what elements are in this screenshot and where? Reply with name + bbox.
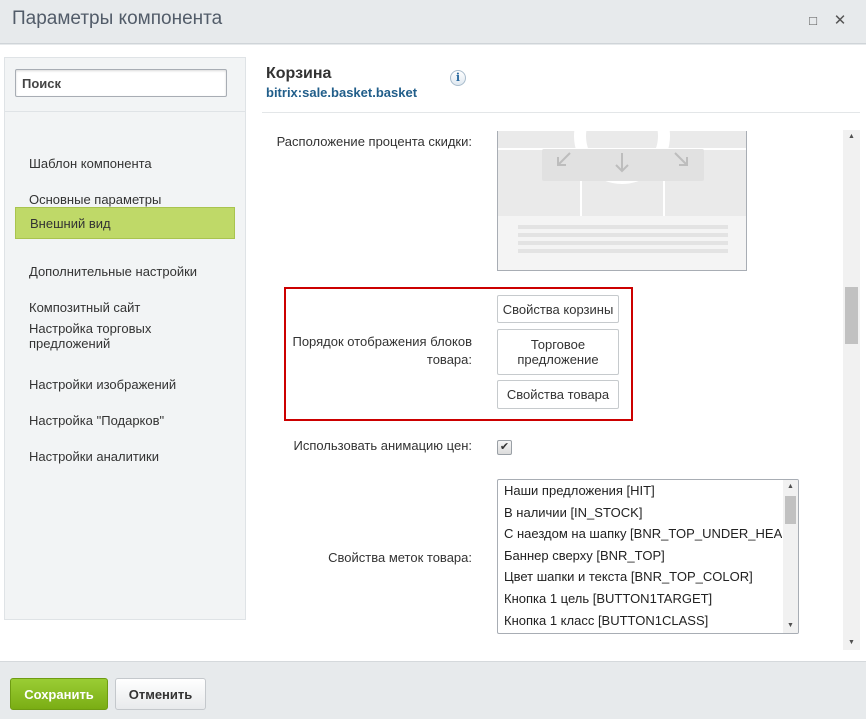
sidebar-item-images[interactable]: Настройки изображений [15, 369, 235, 399]
sidebar-item-offers[interactable]: Настройка торговых предложений [15, 318, 175, 354]
list-item[interactable]: Цвет шапки и текста [BNR_TOP_COLOR] [498, 566, 782, 588]
main-scrollbar[interactable]: ▲ ▼ [843, 130, 860, 650]
save-button[interactable]: Сохранить [10, 678, 108, 710]
scroll-up-icon[interactable]: ▲ [843, 130, 860, 144]
header-divider [262, 112, 860, 113]
component-title: Корзина [266, 65, 332, 82]
sidebar-item-gifts[interactable]: Настройка "Подарков" [15, 405, 235, 435]
sidebar-divider [5, 111, 245, 112]
sidebar-item-appearance[interactable]: Внешний вид [15, 207, 235, 239]
labels-multiselect[interactable]: Наши предложения [HIT] В наличии [IN_STO… [497, 479, 799, 634]
animation-label: Использовать анимацию цен: [293, 438, 472, 453]
search-input[interactable] [15, 69, 227, 97]
window-title: Параметры компонента [12, 8, 223, 29]
sidebar: Шаблон компонента Основные параметры Вне… [4, 57, 246, 620]
list-item[interactable]: С наездом на шапку [BNR_TOP_UNDER_HEADER… [498, 523, 782, 545]
labels-label: Свойства меток товара: [328, 550, 472, 565]
dialog-content: Шаблон компонента Основные параметры Вне… [0, 45, 866, 661]
list-item[interactable]: Баннер сверху [BNR_TOP] [498, 545, 782, 567]
scroll-up-icon[interactable]: ▲ [783, 480, 798, 494]
cancel-button[interactable]: Отменить [115, 678, 206, 710]
list-item[interactable]: Наши предложения [HIT] [498, 480, 782, 502]
listbox-scrollbar[interactable]: ▲ ▼ [783, 480, 798, 633]
order-item-basket-props[interactable]: Свойства корзины [497, 295, 619, 323]
component-header: Корзина bitrix:sale.basket.basket [266, 65, 417, 100]
maximize-icon[interactable]: □ [804, 12, 822, 30]
order-item-offer[interactable]: Торговое предложение [497, 329, 619, 375]
scroll-down-icon[interactable]: ▼ [783, 619, 798, 633]
component-id: bitrix:sale.basket.basket [266, 85, 418, 100]
discount-position-label: Расположение процента скидки: [276, 134, 472, 149]
layout-preview-image [498, 131, 746, 270]
sidebar-item-extra-settings[interactable]: Дополнительные настройки [15, 256, 235, 286]
list-item[interactable]: В наличии [IN_STOCK] [498, 502, 782, 524]
list-item[interactable]: Кнопка 1 цель [BUTTON1TARGET] [498, 588, 782, 610]
scroll-down-icon[interactable]: ▼ [843, 636, 860, 650]
main-scroll-thumb[interactable] [845, 287, 858, 344]
listbox-scroll-thumb[interactable] [785, 496, 796, 524]
list-item[interactable]: Кнопка 1 класс [BUTTON1CLASS] [498, 610, 782, 632]
block-order-label: Порядок отображения блоков товара: [292, 334, 472, 367]
window-titlebar: Параметры компонента □ ✕ [0, 0, 866, 44]
dialog-footer: Сохранить Отменить [0, 661, 866, 719]
animation-checkbox[interactable]: ✔ [497, 440, 512, 455]
info-icon[interactable]: i [450, 70, 466, 86]
sidebar-item-template[interactable]: Шаблон компонента [15, 148, 235, 178]
order-item-product-props[interactable]: Свойства товара [497, 380, 619, 409]
sidebar-item-analytics[interactable]: Настройки аналитики [15, 441, 235, 471]
discount-position-preview[interactable] [497, 131, 747, 271]
close-icon[interactable]: ✕ [831, 12, 849, 30]
